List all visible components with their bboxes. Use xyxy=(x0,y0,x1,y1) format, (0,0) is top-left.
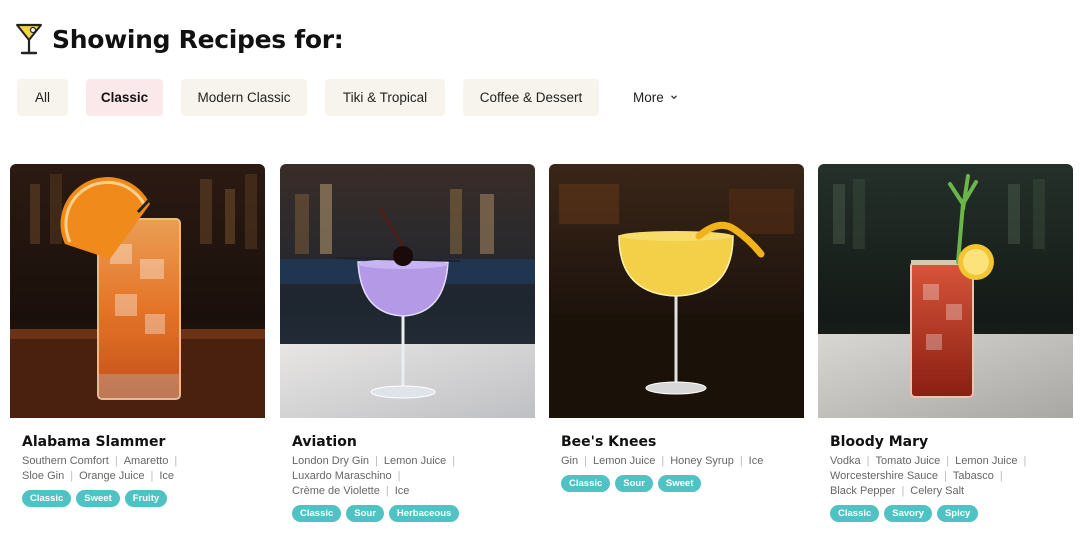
ingredient: Ice xyxy=(159,470,175,482)
ingredient: Tomato Juice xyxy=(875,455,941,467)
category-filter-bar: All Classic Modern Classic Tiki & Tropic… xyxy=(17,78,678,116)
recipe-card[interactable]: Bee's Knees Gin | Lemon Juice | Honey Syrup |… xyxy=(549,164,804,492)
tag-badge[interactable]: Sweet xyxy=(76,490,120,507)
tag-badge[interactable]: Classic xyxy=(292,505,342,522)
tag-badge[interactable]: Classic xyxy=(22,490,72,507)
ingredient: Amaretto xyxy=(123,455,169,467)
recipe-name: Bee's Knees xyxy=(561,434,657,450)
tag-badge[interactable]: Sweet xyxy=(657,475,702,492)
filter-chip-coffee-dessert[interactable]: Coffee & Dessert xyxy=(463,78,599,116)
filter-chip-modern-classic[interactable]: Modern Classic xyxy=(181,78,307,116)
filter-chip-classic[interactable]: Classic xyxy=(86,78,163,116)
tag-list: Classic Savory Spicy xyxy=(830,505,1073,522)
recipe-image xyxy=(10,164,265,418)
tag-badge[interactable]: Herbaceous xyxy=(388,505,460,522)
tag-badge[interactable]: Classic xyxy=(561,475,611,492)
filter-chip-tiki-tropical[interactable]: Tiki & Tropical xyxy=(325,78,445,116)
ingredient: London Dry Gin xyxy=(292,455,370,467)
cocktail-glass-icon xyxy=(16,23,42,55)
recipe-image xyxy=(280,164,535,418)
filter-chip-all[interactable]: All xyxy=(17,78,68,116)
ingredient: Sloe Gin xyxy=(22,470,65,482)
recipe-name: Aviation xyxy=(292,434,357,450)
page-header: Showing Recipes for: xyxy=(14,20,344,58)
recipe-card[interactable]: Aviation London Dry Gin | Lemon Juice | Lux… xyxy=(280,164,535,522)
tag-badge[interactable]: Classic xyxy=(830,505,880,522)
tag-list: Classic Sour Sweet xyxy=(561,475,804,492)
ingredient: Orange Juice xyxy=(79,470,145,482)
page-title: Showing Recipes for: xyxy=(52,24,344,54)
ingredient: Gin xyxy=(561,455,579,467)
ingredient: Lemon Juice xyxy=(955,455,1018,467)
ingredient: Worcestershire Sauce xyxy=(830,470,939,482)
tag-list: Classic Sour Herbaceous xyxy=(292,505,535,522)
more-dropdown[interactable]: More xyxy=(633,90,678,105)
tag-badge[interactable]: Sour xyxy=(615,475,653,492)
ingredient: Tabasco xyxy=(952,470,994,482)
ingredient: Luxardo Maraschino xyxy=(292,470,392,482)
tag-badge[interactable]: Spicy xyxy=(936,505,979,522)
ingredient: Black Pepper xyxy=(830,485,896,497)
ingredient-list: London Dry Gin | Lemon Juice | Luxardo Mara… xyxy=(292,455,456,497)
ingredient-list: Gin | Lemon Juice | Honey Syrup | Ice xyxy=(561,455,764,467)
ingredient: Crème de Violette xyxy=(292,485,380,497)
ingredient: Honey Syrup xyxy=(670,455,734,467)
recipe-image xyxy=(549,164,804,418)
recipe-image xyxy=(818,164,1073,418)
tag-badge[interactable]: Sour xyxy=(346,505,384,522)
recipe-card[interactable]: Bloody Mary Vodka | Tomato Juice | Lemon Jui… xyxy=(818,164,1073,522)
ingredient: Vodka xyxy=(830,455,861,467)
ingredient: Celery Salt xyxy=(910,485,965,497)
recipe-card[interactable]: Alabama Slammer Southern Comfort | Amarett… xyxy=(10,164,265,507)
ingredient: Lemon Juice xyxy=(383,455,447,467)
ingredient: Ice xyxy=(748,455,764,467)
ingredient-list: Vodka | Tomato Juice | Lemon Juice | Worceste… xyxy=(830,455,1027,497)
recipe-name: Alabama Slammer xyxy=(22,434,166,450)
more-label: More xyxy=(633,89,664,105)
tag-list: Classic Sweet Fruity xyxy=(22,490,265,507)
recipe-name: Bloody Mary xyxy=(830,434,929,450)
ingredient: Ice xyxy=(394,485,410,497)
tag-badge[interactable]: Fruity xyxy=(124,490,168,507)
ingredient: Lemon Juice xyxy=(592,455,656,467)
chevron-down-icon xyxy=(670,95,677,100)
ingredient: Southern Comfort xyxy=(22,455,109,467)
ingredient-list: Southern Comfort | Amaretto | Sloe Gin | Oran… xyxy=(22,455,178,482)
tag-badge[interactable]: Savory xyxy=(884,505,932,522)
